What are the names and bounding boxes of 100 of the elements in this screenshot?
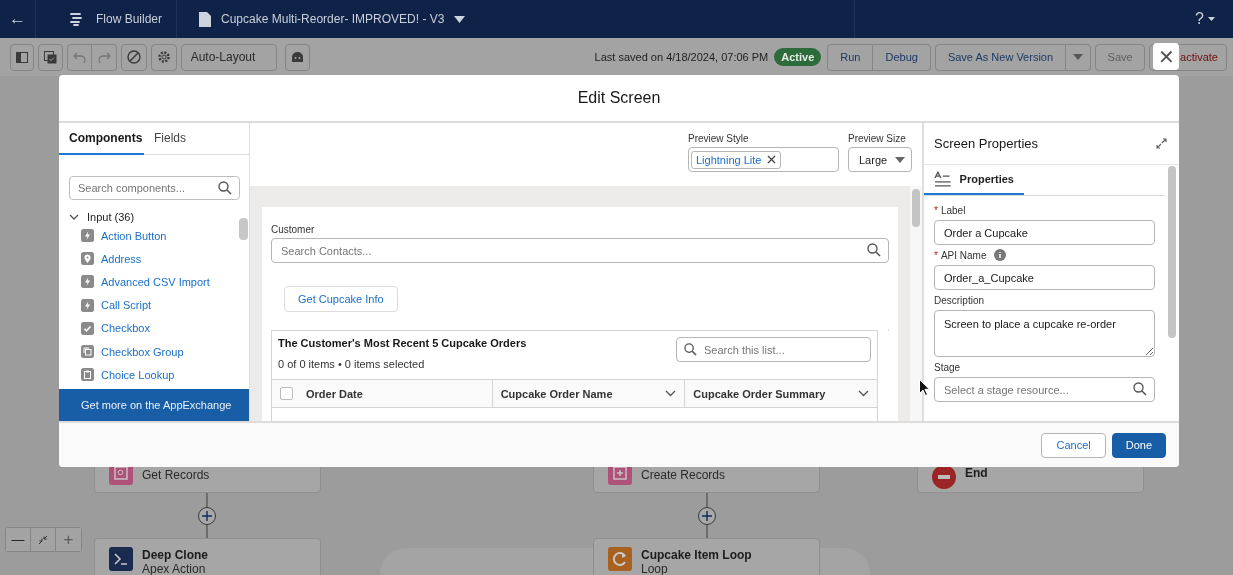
block-button[interactable]: [121, 43, 147, 71]
clipboard-icon: [81, 368, 94, 382]
table-summary: 0 of 0 items • 0 items selected: [278, 358, 426, 370]
caret-icon: [895, 156, 905, 163]
debug-button[interactable]: Debug: [873, 43, 931, 71]
expand-icon[interactable]: [1156, 138, 1167, 149]
search-icon: [684, 343, 697, 356]
undo-icon: [73, 51, 86, 63]
cancel-button[interactable]: Cancel: [1041, 432, 1106, 458]
component-link[interactable]: Address: [101, 252, 142, 265]
node-type: Apex Action: [142, 562, 207, 575]
section-toggle[interactable]: Input (36): [69, 209, 135, 224]
text-field[interactable]: Order_a_Cupcake: [934, 265, 1155, 290]
redo-icon: [97, 51, 111, 63]
panel-title: Screen Properties: [934, 136, 1039, 151]
node-type: Create Records: [641, 468, 726, 482]
toggle-panel-button[interactable]: [10, 43, 34, 71]
caret-icon[interactable]: [1208, 17, 1215, 21]
list-search-field[interactable]: Search this list...: [676, 337, 871, 362]
ban-icon: [127, 50, 141, 64]
preview-size-dropdown[interactable]: Large: [848, 147, 912, 172]
chevron-down-icon[interactable]: [858, 390, 869, 397]
scrollbar[interactable]: [912, 189, 920, 227]
select-elements-button[interactable]: [38, 43, 63, 71]
caret-icon: [1073, 54, 1084, 60]
get-cupcake-info-button[interactable]: Get Cupcake Info: [284, 286, 398, 312]
column-header[interactable]: Cupcake Order Summary: [684, 380, 877, 407]
panel-tab[interactable]: Components: [59, 123, 144, 155]
field-label: Description: [934, 294, 985, 306]
terminal-icon: [109, 547, 133, 571]
search-icon: [218, 181, 232, 195]
location-pin-icon: [81, 252, 94, 266]
selected-pill[interactable]: Lightning Lite: [691, 150, 782, 169]
table-title: The Customer's Most Recent 5 Cupcake Orders: [278, 337, 527, 349]
text-field[interactable]: Order a Cupcake: [934, 220, 1155, 245]
component-link[interactable]: Checkbox: [101, 322, 150, 335]
required-marker: *: [934, 249, 938, 261]
flow-node[interactable]: Cupcake Item Loop Loop: [593, 538, 820, 575]
component-link[interactable]: Action Button: [101, 229, 167, 242]
flow-icon: [68, 11, 84, 27]
field-label: Preview Style: [688, 133, 750, 144]
required-marker: *: [934, 204, 938, 216]
node-title: Cupcake Item Loop: [641, 548, 752, 562]
field-label: Label: [940, 204, 966, 216]
caret-icon[interactable]: [454, 15, 466, 23]
node-title: Deep Clone: [142, 548, 208, 562]
last-saved-text: Last saved on 4/18/2024, 07:06 PM: [594, 51, 769, 63]
robot-icon: [291, 51, 304, 63]
panel-tab[interactable]: Fields: [144, 123, 196, 155]
search-field[interactable]: Search components...: [69, 176, 240, 200]
done-button[interactable]: Done: [1111, 432, 1166, 458]
run-button[interactable]: Run: [827, 43, 874, 71]
field-label: API Name: [940, 249, 987, 261]
add-element-button[interactable]: [198, 507, 216, 525]
search-icon: [867, 243, 881, 257]
document-icon: [199, 11, 212, 27]
layout-dropdown[interactable]: Auto-Layout: [181, 43, 277, 71]
field-label: Preview Size: [848, 133, 907, 144]
component-link[interactable]: Checkbox Group: [101, 345, 184, 358]
component-link[interactable]: Advanced CSV Import: [101, 275, 210, 288]
scrollbar[interactable]: [239, 218, 248, 240]
multi-checkbox-icon: [81, 345, 94, 359]
close-icon[interactable]: [767, 155, 777, 164]
zoom-out-button[interactable]: —: [6, 528, 31, 551]
lightning-bolt-icon: [81, 298, 94, 312]
search-icon: [1133, 382, 1147, 396]
contact-search-field[interactable]: Search Contacts...: [271, 238, 889, 263]
properties-tab[interactable]: Properties: [924, 165, 1024, 195]
assistant-button[interactable]: [285, 43, 310, 71]
chevron-icon: [69, 213, 79, 220]
field-label: Stage: [934, 361, 961, 373]
dialog-title: Edit Screen: [577, 89, 661, 107]
field-label: Customer: [271, 224, 316, 235]
checkbox-icon: [81, 321, 94, 335]
save-as-new-version-button[interactable]: Save As New Version: [934, 43, 1067, 71]
stage-search-field[interactable]: Select a stage resource...: [934, 377, 1155, 402]
column-header[interactable]: Cupcake Order Name: [491, 380, 685, 407]
node-title: End: [965, 466, 988, 480]
add-element-button[interactable]: [698, 507, 716, 525]
column-header[interactable]: Order Date: [298, 380, 492, 407]
flow-node[interactable]: Deep Clone Apex Action: [94, 538, 321, 575]
close-button[interactable]: ✕: [1153, 43, 1179, 70]
settings-button[interactable]: [151, 43, 177, 71]
scrollbar[interactable]: [1168, 166, 1176, 338]
select-all-checkbox[interactable]: [279, 387, 293, 400]
panel-icon: [16, 51, 28, 63]
component-link[interactable]: Call Script: [101, 299, 152, 312]
component-link[interactable]: Choice Lookup: [101, 368, 175, 381]
appexchange-button[interactable]: Get more on the AppExchange: [59, 389, 249, 421]
description-field[interactable]: Screen to place a cupcake re-order: [934, 310, 1155, 357]
help-button[interactable]: ?: [1191, 10, 1208, 28]
save-options-button[interactable]: [1066, 43, 1092, 71]
copy-check-icon: [44, 50, 57, 64]
app-title: Flow Builder: [96, 12, 163, 26]
text-lines-icon: [934, 171, 952, 187]
preview-style-field[interactable]: Lightning Lite: [688, 147, 839, 172]
info-icon[interactable]: [994, 249, 1007, 261]
chevron-down-icon[interactable]: [665, 390, 677, 397]
lightning-bolt-icon: [81, 229, 94, 243]
connector-line: [206, 493, 208, 538]
